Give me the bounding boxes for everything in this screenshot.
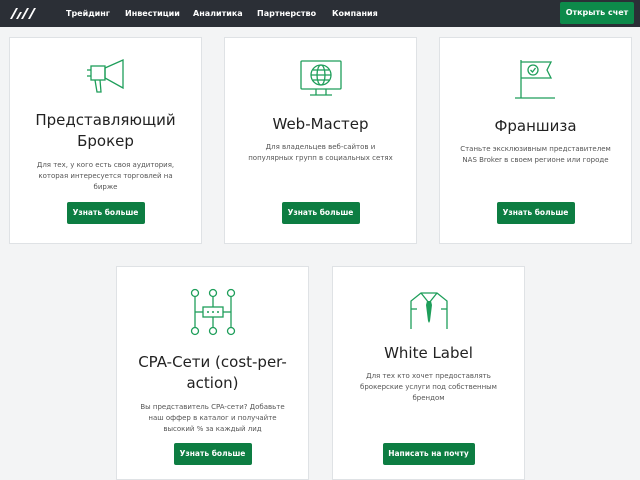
card-description-line: популярных групп в социальных сетях <box>248 154 393 162</box>
nav-trading[interactable]: Трейдинг <box>66 0 110 27</box>
nav-company[interactable]: Компания <box>332 0 378 27</box>
top-navigation-bar: Трейдинг Инвестиции Аналитика Партнерств… <box>0 0 640 27</box>
nav-analytics[interactable]: Аналитика <box>193 0 243 27</box>
card-webmaster: Web-Мастер Для владельцев веб-сайтов и п… <box>224 37 417 244</box>
suit-tie-icon <box>409 292 448 329</box>
open-account-button[interactable]: Открыть счет <box>560 2 634 24</box>
logo[interactable] <box>9 6 37 20</box>
card-title: White Label <box>384 344 473 362</box>
nav-partnership[interactable]: Партнерство <box>257 0 316 27</box>
card-description-line: Вы представитель CPA-сети? Добавьте <box>140 403 285 411</box>
card-title-line2: action) <box>186 374 239 392</box>
card-title: Франшиза <box>494 117 577 135</box>
card-description-line: Для тех, у кого есть своя аудитория, <box>36 161 175 169</box>
card-title: Web-Мастер <box>272 115 369 133</box>
card-title: CPA-Сети (cost-per- <box>138 353 287 371</box>
card-description-line: Для владельцев веб-сайтов и <box>265 143 376 151</box>
learn-more-button[interactable]: Узнать больше <box>66 202 145 224</box>
flag-icon <box>514 60 555 99</box>
card-description-line: NAS Broker в своем регионе или городе <box>462 156 609 164</box>
card-title-line2: Брокер <box>77 132 134 150</box>
card-franchise: Франшиза Станьте эксклюзивным представит… <box>439 37 632 244</box>
nav-investments[interactable]: Инвестиции <box>125 0 180 27</box>
card-description-line: Станьте эксклюзивным представителем <box>460 145 611 153</box>
card-introducing-broker: Представляющий Брокер Для тех, у кого ес… <box>9 37 202 244</box>
megaphone-icon <box>86 58 124 93</box>
card-title: Представляющий <box>35 111 176 129</box>
learn-more-button[interactable]: Узнать больше <box>496 202 575 224</box>
card-description-line: высокий % за каждый лид <box>163 425 262 433</box>
card-description-line: бирже <box>93 183 118 191</box>
card-description-line: которая интересуется торговлей на <box>38 172 173 180</box>
card-description-line: наш оффер в каталог и получайте <box>148 414 277 422</box>
card-description-line: брокерские услуги под собственным <box>360 383 497 391</box>
card-description-line: брендом <box>412 394 445 402</box>
card-cpa-networks: CPA-Сети (cost-per- action) Вы представи… <box>116 266 309 480</box>
learn-more-button[interactable]: Узнать больше <box>173 443 252 465</box>
card-white-label: White Label Для тех кто хочет предоставл… <box>332 266 525 480</box>
network-icon <box>190 288 235 336</box>
card-description-line: Для тех кто хочет предоставлять <box>366 372 491 380</box>
learn-more-button[interactable]: Узнать больше <box>281 202 360 224</box>
email-us-button[interactable]: Написать на почту <box>382 443 475 465</box>
globe-monitor-icon <box>299 60 342 96</box>
